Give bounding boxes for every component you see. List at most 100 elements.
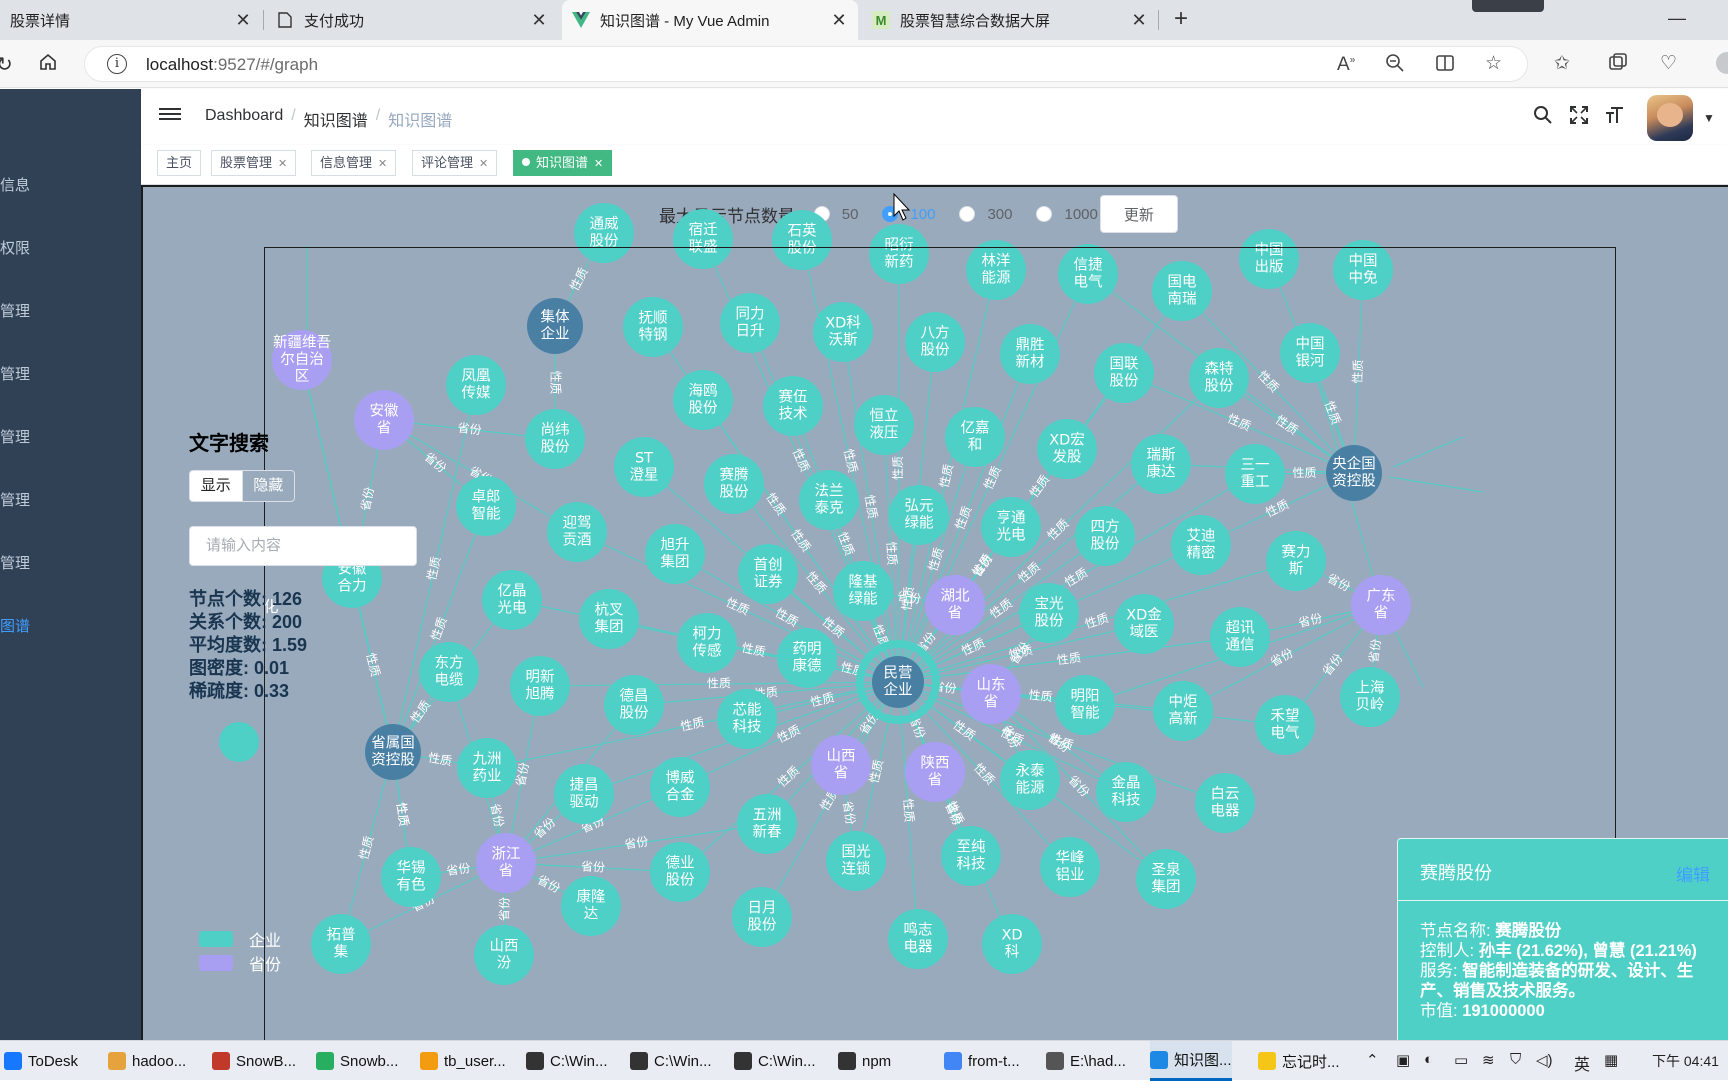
site-info-icon[interactable]: i: [107, 54, 127, 74]
taskbar-label: npm: [862, 1052, 892, 1070]
detail-card-header: 赛腾股份 编辑: [1398, 839, 1728, 901]
taskbar-label: C:\Win...: [758, 1052, 816, 1070]
taskbar-item[interactable]: 忘记时...: [1258, 1041, 1340, 1081]
windows-taskbar: ToDesk hadoo... SnowB... Snowb... tb_user...…: [0, 1040, 1728, 1081]
tab-title: 知识图谱 - My Vue Admin: [600, 12, 770, 30]
sidebar-item[interactable]: 管理: [0, 423, 30, 453]
favorite-star-icon[interactable]: ☆: [1485, 52, 1502, 75]
zoom-out-icon[interactable]: [1385, 53, 1405, 79]
volume-icon[interactable]: ◁): [1536, 1051, 1553, 1069]
sidebar-item[interactable]: 管理: [0, 297, 30, 327]
window-drag-handle[interactable]: [1472, 0, 1544, 12]
tray-app-icon[interactable]: ◐: [1424, 1051, 1433, 1068]
tab-title: 股票智慧综合数据大屏: [900, 12, 1051, 30]
stat-row: 节点个数: 126: [189, 588, 417, 611]
font-size-icon[interactable]: [1605, 105, 1625, 131]
clock[interactable]: 下午 04:41: [1652, 1051, 1719, 1071]
taskbar-item[interactable]: tb_user...: [420, 1041, 506, 1081]
close-icon[interactable]: ✕: [479, 158, 488, 170]
wifi-icon[interactable]: ≋: [1482, 1051, 1495, 1069]
browser-tab[interactable]: 支付成功 ✕: [266, 0, 558, 40]
ime-indicator[interactable]: 英: [1574, 1051, 1590, 1075]
detail-label: 控制人:: [1420, 942, 1475, 960]
app-icon: [1046, 1052, 1064, 1070]
app-icon: [4, 1052, 22, 1070]
sidebar-item-graph[interactable]: 图谱: [0, 612, 30, 642]
avatar[interactable]: [1647, 95, 1693, 141]
refresh-icon[interactable]: ↻: [0, 52, 13, 77]
tray-app-icon[interactable]: ▣: [1396, 1051, 1410, 1069]
taskbar-item[interactable]: C:\Win...: [526, 1041, 608, 1081]
chevron-up-icon[interactable]: ⌃: [1366, 1051, 1379, 1069]
document-icon: [276, 11, 294, 29]
close-icon[interactable]: ✕: [830, 10, 848, 31]
show-button[interactable]: 显示: [190, 471, 242, 501]
profile-icon[interactable]: [1716, 52, 1728, 74]
close-icon[interactable]: ✕: [234, 10, 252, 31]
search-panel-title: 文字搜索: [189, 433, 269, 455]
tag-home[interactable]: 主页: [157, 150, 202, 176]
tag-stock[interactable]: 股票管理 ✕: [211, 150, 297, 176]
tag-label: 评论管理: [421, 155, 474, 170]
tag-comment[interactable]: 评论管理 ✕: [412, 150, 498, 176]
hamburger-icon[interactable]: [159, 105, 181, 127]
browser-tab[interactable]: M 股票智慧综合数据大屏 ✕: [862, 0, 1158, 40]
address-bar[interactable]: i localhost:9527/#/graph A» ☆: [84, 46, 1528, 82]
close-icon[interactable]: ✕: [1130, 10, 1148, 31]
taskbar-item[interactable]: npm: [838, 1041, 891, 1081]
close-icon[interactable]: ✕: [378, 158, 387, 170]
app-icon: [420, 1052, 438, 1070]
edit-button[interactable]: 编辑: [1676, 861, 1710, 886]
fullscreen-icon[interactable]: [1569, 105, 1589, 131]
browser-tab-active[interactable]: 知识图谱 - My Vue Admin ✕: [562, 0, 858, 40]
graph-node-company[interactable]: [219, 722, 259, 762]
close-icon[interactable]: ✕: [278, 158, 287, 170]
caret-down-icon[interactable]: ▼: [1703, 111, 1715, 125]
url-path: :9527/#/graph: [213, 55, 319, 74]
taskbar-item[interactable]: SnowB...: [212, 1041, 296, 1081]
sidebar-item[interactable]: 管理: [0, 486, 30, 516]
sidebar-item[interactable]: 权限: [0, 234, 30, 264]
app-icon: [316, 1052, 334, 1070]
performance-icon[interactable]: ♡: [1660, 52, 1677, 75]
graph-page: 最大显示节点数量: 50 100 300 1000 更新 性质 性质 性质 性质 性质性…: [141, 185, 1728, 1040]
taskbar-item[interactable]: 知识图...: [1150, 1041, 1232, 1081]
taskbar-item[interactable]: C:\Win...: [734, 1041, 816, 1081]
search-icon[interactable]: [1533, 105, 1553, 131]
breadcrumb-item-dashboard[interactable]: Dashboard: [205, 107, 283, 131]
favorites-icon[interactable]: ✩: [1554, 52, 1570, 75]
close-icon[interactable]: ✕: [530, 10, 548, 31]
breadcrumb-item-graph[interactable]: 知识图谱: [304, 107, 368, 131]
hide-button[interactable]: 隐藏: [241, 471, 295, 501]
browser-tab[interactable]: 股票详情 ✕: [0, 0, 262, 40]
stat-label: 稀疏度:: [189, 681, 249, 701]
minimize-icon[interactable]: —: [1668, 8, 1686, 29]
tags-view: 主页 股票管理 ✕ 信息管理 ✕ 评论管理 ✕ 知识图谱 ✕: [141, 145, 1728, 185]
taskbar-label: 知识图...: [1174, 1052, 1232, 1069]
taskbar-item[interactable]: ToDesk: [4, 1041, 78, 1081]
split-screen-icon[interactable]: [1435, 53, 1455, 79]
search-input[interactable]: 请输入内容: [189, 526, 417, 566]
battery-icon[interactable]: ▭: [1454, 1051, 1468, 1069]
new-tab-icon[interactable]: +: [1166, 4, 1196, 34]
sidebar-item[interactable]: 管理: [0, 360, 30, 390]
taskbar-item[interactable]: hadoo...: [108, 1041, 186, 1081]
taskbar-item[interactable]: from-t...: [944, 1041, 1020, 1081]
collections-icon[interactable]: [1608, 52, 1628, 78]
sidebar-item[interactable]: 信息: [0, 171, 30, 201]
graph-legend: 企业 省份: [199, 927, 281, 975]
tag-info[interactable]: 信息管理 ✕: [311, 150, 397, 176]
stat-label: 图密度:: [189, 658, 249, 678]
close-icon[interactable]: ✕: [594, 158, 603, 170]
shield-icon[interactable]: ⛉: [1510, 1051, 1521, 1068]
ime-grid-icon[interactable]: ▦: [1604, 1051, 1618, 1069]
taskbar-item[interactable]: Snowb...: [316, 1041, 398, 1081]
read-aloud-icon[interactable]: A»: [1337, 54, 1355, 76]
tag-graph[interactable]: 知识图谱 ✕: [513, 150, 613, 176]
taskbar-item[interactable]: E:\had...: [1046, 1041, 1126, 1081]
home-icon[interactable]: [38, 52, 58, 78]
show-hide-toggle[interactable]: 显示 隐藏: [189, 470, 295, 502]
taskbar-label: ToDesk: [28, 1052, 79, 1070]
taskbar-item[interactable]: C:\Win...: [630, 1041, 712, 1081]
sidebar-item[interactable]: 管理: [0, 549, 30, 579]
